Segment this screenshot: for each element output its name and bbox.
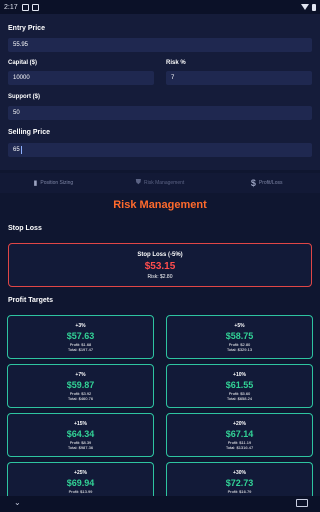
target-percent: +30% (233, 470, 246, 476)
stop-loss-price: $53.15 (144, 261, 176, 272)
system-nav-bar: ⌄ (0, 496, 320, 512)
target-price: $64.34 (66, 429, 95, 439)
entry-price-input[interactable]: 55.95 (8, 38, 312, 52)
risk-percent-input[interactable]: 7 (166, 71, 312, 85)
target-total: Total: $987.36 (67, 445, 94, 450)
profit-target-card: +30% $72.73 Profit: $16.79 (166, 462, 313, 496)
stop-loss-label: Stop Loss (-5%) (137, 252, 183, 258)
target-price: $59.87 (66, 380, 95, 390)
selling-price-input[interactable]: 65 (8, 143, 312, 157)
selling-price-value: 65 (13, 147, 20, 153)
stop-loss-card: Stop Loss (-5%) $53.15 Risk: $2.80 (8, 243, 312, 287)
tab-label: Profit/Loss (258, 180, 283, 186)
input-form: Entry Price 55.95 Capital ($) 10000 Risk… (0, 14, 320, 170)
risk-percent-label: Risk % (166, 60, 186, 66)
target-price: $61.55 (225, 380, 254, 390)
battery-icon (312, 3, 316, 11)
target-profit: Profit: $13.99 (68, 489, 93, 494)
profit-target-card: +20% $67.14 Profit: $11.19 Total: $1316.… (166, 413, 313, 457)
profit-target-card: +3% $57.63 Profit: $1.68 Total: $197.47 (7, 315, 154, 359)
chevron-down-icon[interactable]: ⌄ (14, 498, 21, 507)
page-title: Risk Management (113, 199, 207, 211)
support-label: Support ($) (8, 94, 40, 100)
target-percent: +20% (233, 421, 246, 427)
support-input[interactable]: 50 (8, 106, 312, 120)
dollar-icon: $ (250, 178, 256, 188)
stop-loss-heading: Stop Loss (8, 225, 42, 232)
wifi-icon (301, 4, 309, 10)
tab-label: Position Sizing (40, 180, 74, 186)
keyboard-icon[interactable] (296, 499, 308, 507)
tab-label: Risk Management (143, 180, 185, 186)
tab-position-sizing[interactable]: ▮ Position Sizing (0, 173, 107, 193)
profit-target-card: +15% $64.34 Profit: $8.39 Total: $987.36 (7, 413, 154, 457)
target-price: $67.14 (225, 429, 254, 439)
target-price: $58.75 (225, 331, 254, 341)
status-bar: 2:17 (0, 0, 320, 14)
profit-target-card: +5% $58.75 Profit: $2.80 Total: $329.13 (166, 315, 313, 359)
target-percent: +7% (75, 372, 86, 378)
capital-input[interactable]: 10000 (8, 71, 154, 85)
target-total: Total: $658.24 (226, 396, 253, 401)
profit-target-card: +25% $69.94 Profit: $13.99 (7, 462, 154, 496)
target-price: $72.73 (225, 478, 254, 488)
target-total: Total: $460.76 (67, 396, 94, 401)
target-total: Total: $329.13 (226, 347, 253, 352)
target-price: $57.63 (66, 331, 95, 341)
target-percent: +3% (75, 323, 86, 329)
target-profit: Profit: $16.79 (227, 489, 252, 494)
selling-price-label: Selling Price (8, 129, 51, 136)
profit-target-card: +7% $59.87 Profit: $3.92 Total: $460.76 (7, 364, 154, 408)
profit-target-card: +10% $61.55 Profit: $5.60 Total: $658.24 (166, 364, 313, 408)
bar-chart-icon: ▮ (33, 180, 38, 187)
tab-risk-management[interactable]: ⛊ Risk Management (107, 173, 214, 193)
notification-icon (21, 3, 29, 11)
target-percent: +5% (234, 323, 245, 329)
target-price: $69.94 (66, 478, 95, 488)
stop-loss-risk: Risk: $2.80 (147, 274, 173, 280)
capital-label: Capital ($) (8, 60, 38, 66)
entry-price-label: Entry Price (8, 25, 45, 32)
tab-profit-loss[interactable]: $ Profit/Loss (213, 173, 320, 193)
shield-icon: ⛊ (135, 179, 141, 186)
notification-icon (31, 3, 39, 11)
target-total: Total: $1316.47 (225, 445, 254, 450)
target-percent: +15% (74, 421, 87, 427)
target-total: Total: $197.47 (67, 347, 94, 352)
tab-bar: ▮ Position Sizing ⛊ Risk Management $ Pr… (0, 173, 320, 193)
profit-targets-heading: Profit Targets (8, 297, 53, 304)
target-percent: +10% (233, 372, 246, 378)
text-caret (20, 146, 22, 154)
status-time: 2:17 (4, 3, 18, 11)
target-percent: +25% (74, 470, 87, 476)
